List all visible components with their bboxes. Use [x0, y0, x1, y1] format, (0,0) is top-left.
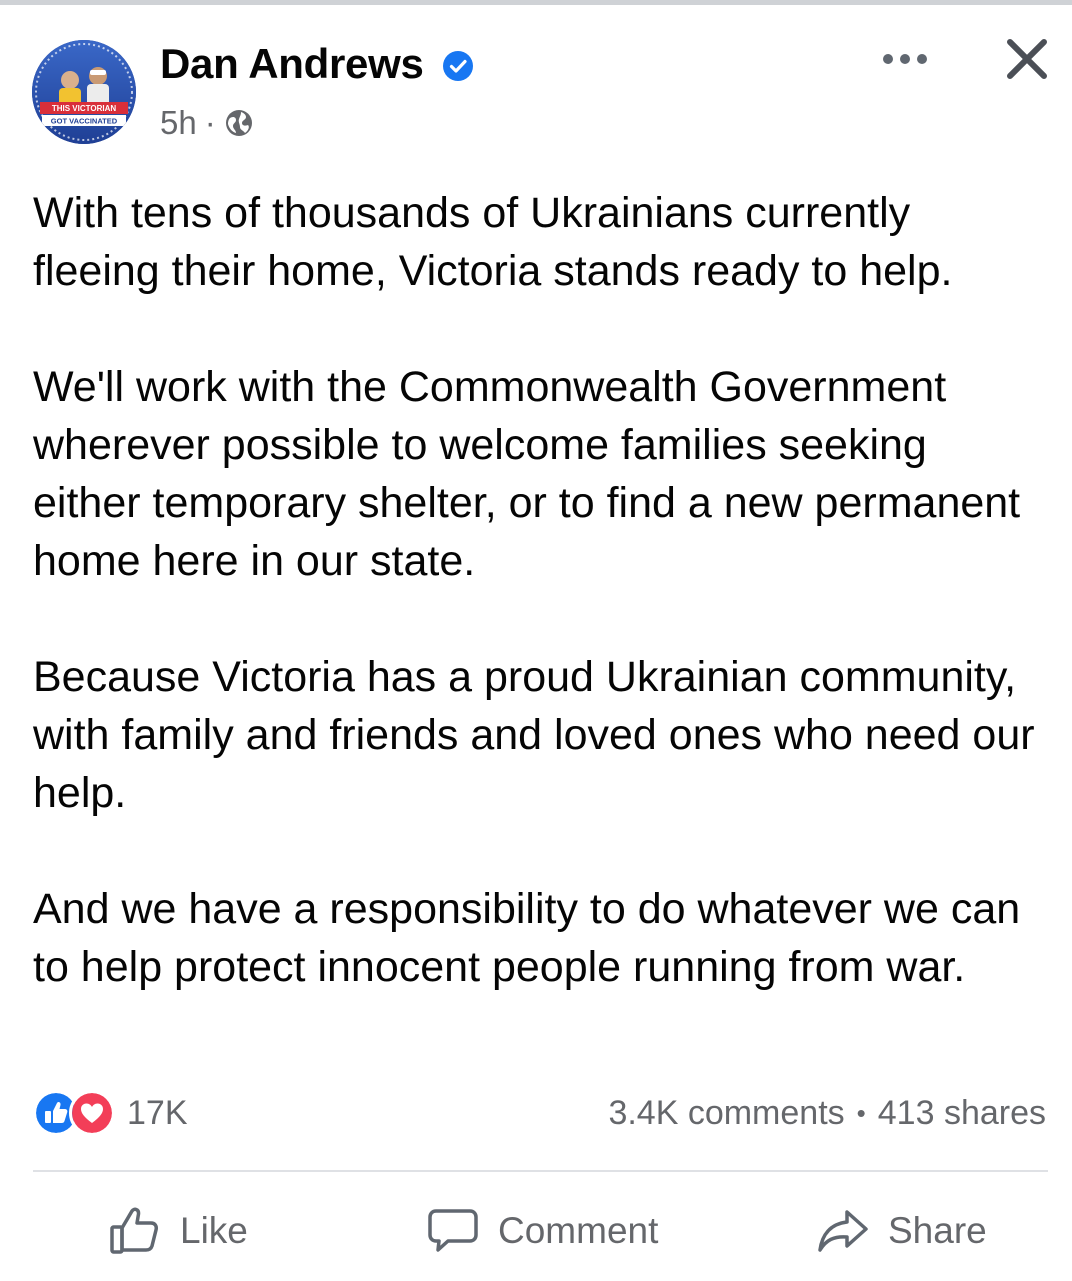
post-paragraph: Because Victoria has a proud Ukrainian c…: [33, 653, 1035, 817]
verified-badge-icon: [443, 51, 473, 81]
comment-button[interactable]: Comment: [426, 1196, 658, 1266]
comments-count[interactable]: 3.4K comments: [608, 1094, 844, 1133]
post-meta: 5h ·: [160, 102, 254, 144]
more-options-icon[interactable]: [880, 44, 930, 74]
like-label: Like: [180, 1210, 248, 1251]
reactions-summary[interactable]: 17K: [33, 1090, 188, 1136]
post-timestamp[interactable]: 5h: [160, 104, 197, 142]
post-paragraph: And we have a responsibility to do whate…: [33, 885, 1021, 991]
avatar-image: THIS VICTORIAN GOT VACCINATED: [32, 40, 136, 144]
top-border: [0, 0, 1072, 5]
avatar-text-bottom: GOT VACCINATED: [51, 117, 118, 126]
comment-bubble-icon: [428, 1209, 478, 1252]
avatar-text-top: THIS VICTORIAN: [52, 104, 117, 113]
counts-separator: •: [856, 1097, 866, 1128]
love-reaction-icon: [69, 1090, 115, 1136]
engagement-counts: 3.4K comments • 413 shares: [608, 1092, 1046, 1134]
meta-separator: ·: [204, 104, 216, 141]
shares-count[interactable]: 413 shares: [878, 1094, 1046, 1133]
close-icon[interactable]: [1004, 36, 1050, 82]
post-text: With tens of thousands of Ukrainians cur…: [33, 184, 1043, 996]
post-paragraph: With tens of thousands of Ukrainians cur…: [33, 189, 953, 295]
share-label: Share: [888, 1210, 987, 1251]
reaction-count: 17K: [127, 1093, 188, 1132]
share-button[interactable]: Share: [816, 1196, 987, 1266]
author-name[interactable]: Dan Andrews: [160, 38, 424, 90]
globe-icon: [225, 110, 252, 136]
share-arrow-icon: [818, 1210, 868, 1252]
like-button[interactable]: Like: [108, 1196, 248, 1266]
comment-label: Comment: [498, 1210, 659, 1251]
avatar[interactable]: THIS VICTORIAN GOT VACCINATED: [32, 40, 136, 144]
actions-divider: [33, 1170, 1048, 1172]
post-paragraph: We'll work with the Commonwealth Governm…: [33, 363, 1021, 585]
thumbs-up-icon: [110, 1207, 158, 1254]
action-bar: Like Comment Share: [0, 1196, 1072, 1266]
